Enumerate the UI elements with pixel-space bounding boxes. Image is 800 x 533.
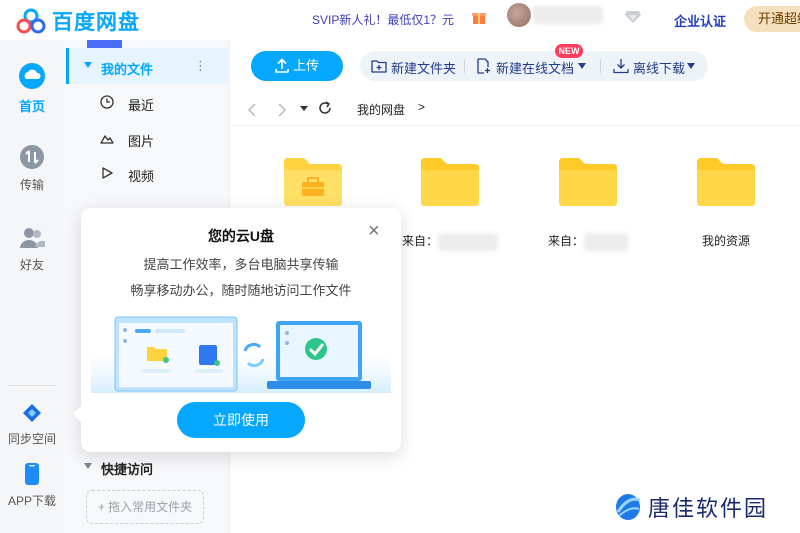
- rail-divider: [8, 385, 56, 386]
- nav-quick-access[interactable]: 快捷访问: [64, 454, 230, 478]
- breadcrumb-current[interactable]: 我的网盘: [357, 101, 405, 118]
- toolbar-separator: [464, 59, 465, 73]
- download-icon: [613, 59, 629, 74]
- username-blurred[interactable]: [533, 6, 603, 24]
- rail-label-app-download: APP下载: [7, 494, 56, 508]
- watermark: 唐佳软件园: [614, 491, 768, 523]
- sync-illustration: [91, 316, 391, 393]
- svip-promo-link[interactable]: SVIP新人礼！最低仅1？元: [312, 11, 454, 28]
- popup-description: 提高工作效率，多台电脑共享传输: [143, 257, 339, 272]
- use-now-button[interactable]: 立即使用: [177, 402, 305, 438]
- sync-space-icon: [23, 404, 41, 422]
- breadcrumb-separator: >: [418, 100, 426, 114]
- upload-icon: [275, 58, 289, 73]
- app-logo[interactable]: 百度网盘: [16, 6, 140, 36]
- folder-icon: [421, 158, 479, 206]
- play-icon: [102, 167, 113, 179]
- new-badge: NEW: [555, 44, 583, 58]
- popup-title: 您的云U盘: [207, 228, 275, 244]
- file-name-row: 来自：: [528, 232, 648, 251]
- breadcrumb: 我的网盘 >: [230, 96, 800, 126]
- globe-logo-icon: [616, 494, 641, 520]
- new-folder-label: 新建文件夹: [391, 61, 457, 76]
- new-doc-icon: [477, 58, 490, 74]
- popup-pointer: [73, 406, 81, 422]
- rail-label-friends: 好友: [19, 258, 44, 272]
- transfer-icon: [20, 145, 44, 169]
- image-icon: [100, 135, 114, 144]
- nav-item-videos[interactable]: 视频: [64, 156, 230, 192]
- rail-label-transfer: 传输: [19, 178, 44, 192]
- watermark-text: 唐佳软件园: [648, 496, 769, 521]
- file-item[interactable]: [253, 156, 373, 208]
- folder-icon: [697, 158, 755, 206]
- caret-down-icon: [687, 63, 695, 69]
- back-arrow-icon[interactable]: [247, 102, 257, 118]
- file-item[interactable]: 我的资源: [666, 156, 786, 248]
- enterprise-cert-link[interactable]: 企业认证: [674, 11, 726, 30]
- upload-button[interactable]: 上传: [251, 51, 343, 81]
- top-header: 百度网盘 SVIP新人礼！最低仅1？元 企业认证 开通超级: [0, 0, 800, 40]
- nav-item-videos-label: 视频: [128, 169, 155, 184]
- nav-item-recent-label: 最近: [128, 98, 155, 113]
- file-name: 来自：: [401, 234, 438, 248]
- toolbar-group: 新建文件夹 新建在线文档 离线下载: [360, 51, 708, 81]
- left-rail: 首页 传输 好友 同步空间 APP下载: [0, 40, 64, 533]
- new-folder-icon: [371, 60, 387, 73]
- refresh-icon[interactable]: [318, 101, 332, 115]
- nav-my-files-label: 我的文件: [101, 62, 154, 77]
- clock-icon: [100, 95, 114, 109]
- blurred-source: [584, 232, 628, 251]
- app-name: 百度网盘: [52, 11, 140, 34]
- cloud-home-icon: [19, 63, 45, 89]
- new-online-doc-label: 新建在线文档: [496, 61, 575, 76]
- rail-item-app-download[interactable]: APP下载: [0, 462, 64, 509]
- quick-access-label: 快捷访问: [101, 462, 154, 477]
- offline-download-label: 离线下载: [633, 61, 686, 76]
- phone-icon: [25, 463, 39, 485]
- folder-icon: [559, 158, 617, 206]
- blurred-source: [438, 232, 498, 251]
- nav-my-files[interactable]: 我的文件 ⋮: [64, 48, 230, 84]
- friends-icon: [20, 228, 45, 248]
- baidu-netdisk-logo-icon: [16, 8, 46, 34]
- cloud-usb-popup: × 您的云U盘 提高工作效率，多台电脑共享传输 畅享移动办公，随时随地访问工作文…: [73, 208, 401, 452]
- file-item[interactable]: 来自：: [528, 156, 648, 251]
- rail-label-home: 首页: [18, 99, 45, 114]
- toolbar-separator: [600, 59, 601, 73]
- nav-item-images-label: 图片: [128, 134, 155, 149]
- nav-top-marker: [87, 40, 122, 48]
- gift-icon[interactable]: [471, 9, 487, 30]
- app-window: 百度网盘 SVIP新人礼！最低仅1？元 企业认证 开通超级: [0, 0, 800, 533]
- rail-label-sync-space: 同步空间: [7, 432, 56, 446]
- quick-access-drop-zone[interactable]: + 拖入常用文件夹: [86, 490, 204, 524]
- nav-item-images[interactable]: 图片: [64, 121, 230, 157]
- caret-down-icon: [578, 63, 586, 69]
- rail-item-transfer[interactable]: 传输: [0, 144, 64, 193]
- forward-arrow-icon[interactable]: [277, 102, 287, 118]
- history-dropdown-icon[interactable]: [300, 106, 308, 112]
- file-name: 来自：: [547, 234, 584, 248]
- upload-label: 上传: [293, 58, 320, 73]
- caret-down-icon: [84, 463, 92, 469]
- file-name: 我的资源: [701, 234, 750, 248]
- toolbox-folder-icon: [284, 158, 342, 206]
- avatar[interactable]: [507, 3, 531, 27]
- file-item[interactable]: 来自：: [390, 156, 510, 251]
- nav-item-recent[interactable]: 最近: [64, 85, 230, 121]
- more-vertical-icon[interactable]: ⋮: [194, 58, 207, 74]
- rail-item-sync-space[interactable]: 同步空间: [0, 402, 64, 447]
- rail-item-home[interactable]: 首页: [0, 62, 64, 115]
- caret-down-icon: [84, 62, 92, 68]
- rail-item-friends[interactable]: 好友: [0, 226, 64, 273]
- diamond-icon[interactable]: [624, 10, 642, 29]
- file-name-row: 来自：: [390, 232, 510, 251]
- open-vip-button[interactable]: 开通超级: [744, 6, 800, 32]
- popup-description: 畅享移动办公，随时随地访问工作文件: [130, 283, 352, 298]
